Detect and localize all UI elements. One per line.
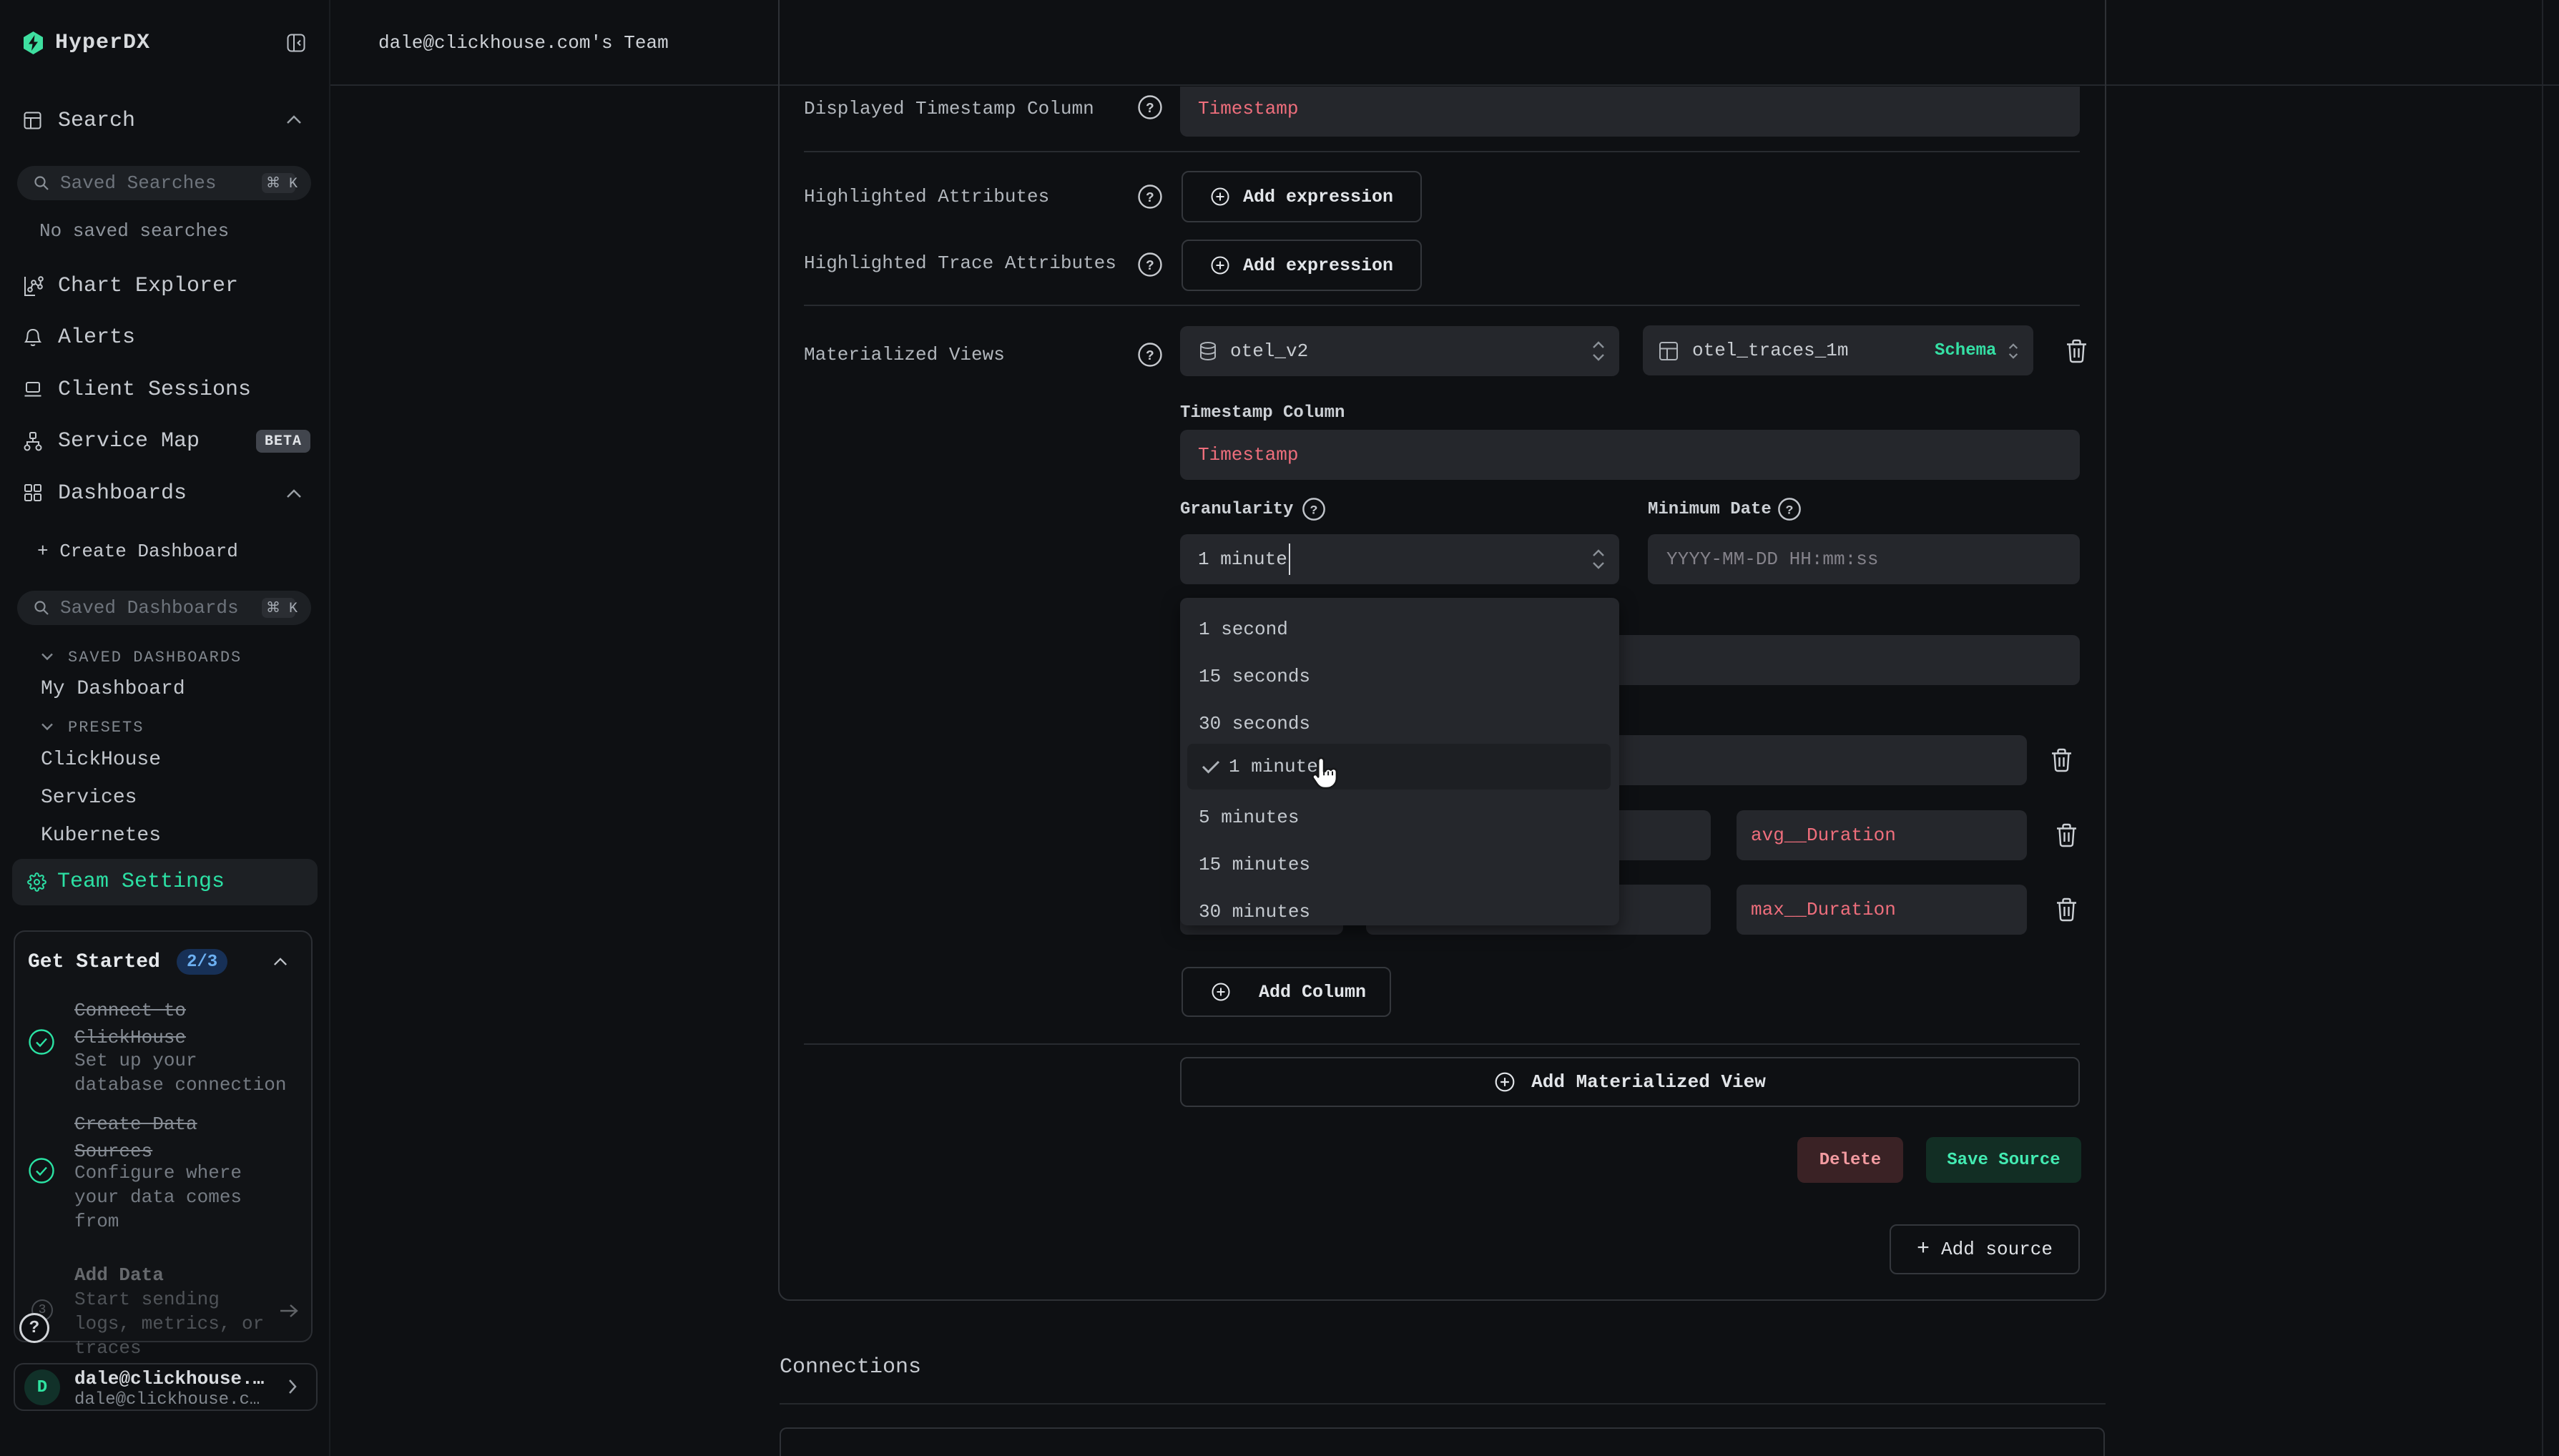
svg-text:?: ? [1146, 258, 1154, 274]
svg-text:?: ? [1146, 348, 1154, 364]
svg-text:?: ? [1786, 504, 1794, 518]
svg-text:?: ? [1146, 190, 1154, 206]
svg-text:?: ? [1310, 504, 1318, 518]
svg-text:?: ? [1146, 101, 1154, 117]
